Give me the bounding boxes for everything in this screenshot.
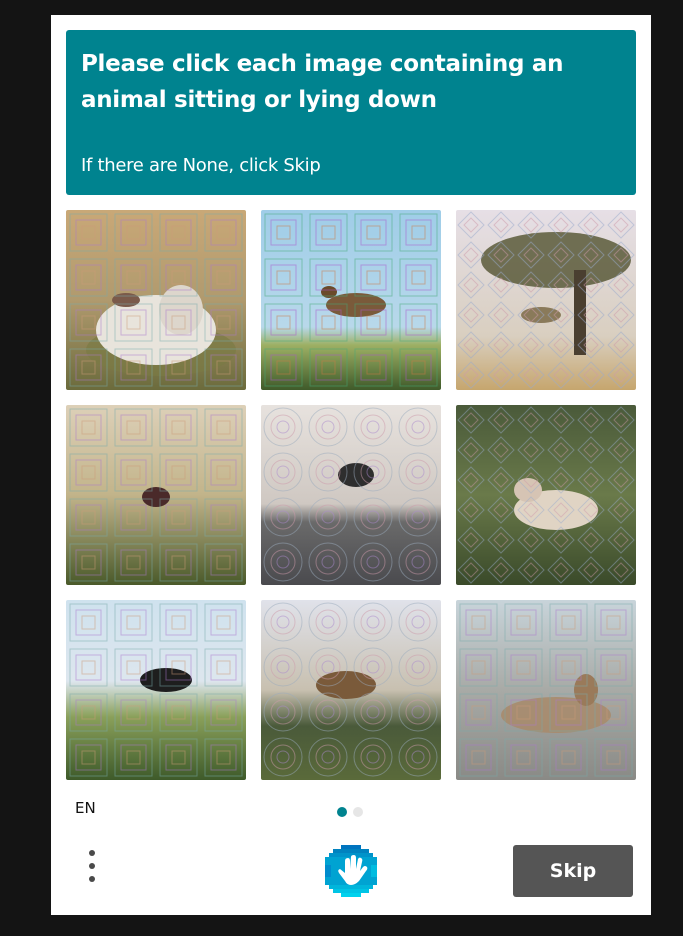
menu-dot	[89, 876, 95, 882]
menu-dot	[89, 850, 95, 856]
skip-button[interactable]: Skip	[513, 845, 633, 897]
image-tile-4[interactable]	[66, 405, 246, 585]
image-tile-7[interactable]	[66, 600, 246, 780]
menu-dot	[89, 863, 95, 869]
image-tile-1[interactable]	[66, 210, 246, 390]
image-tile-9[interactable]	[456, 600, 636, 780]
kebab-menu-icon[interactable]	[85, 850, 99, 890]
page-dot-1	[337, 807, 347, 817]
image-tile-2[interactable]	[261, 210, 441, 390]
prompt-title: Please click each image containing an an…	[81, 51, 564, 113]
image-tile-5[interactable]	[261, 405, 441, 585]
language-selector[interactable]: EN	[75, 799, 96, 817]
image-grid	[66, 210, 636, 780]
challenge-prompt: Please click each image containing an an…	[66, 30, 636, 195]
image-tile-6[interactable]	[456, 405, 636, 585]
page-dot-2	[353, 807, 363, 817]
image-tile-3[interactable]	[456, 210, 636, 390]
prompt-subtitle: If there are None, click Skip	[81, 155, 321, 176]
page-indicator	[337, 802, 369, 821]
hcaptcha-logo-icon[interactable]	[325, 845, 377, 897]
image-tile-8[interactable]	[261, 600, 441, 780]
captcha-challenge-card: Please click each image containing an an…	[51, 15, 651, 915]
